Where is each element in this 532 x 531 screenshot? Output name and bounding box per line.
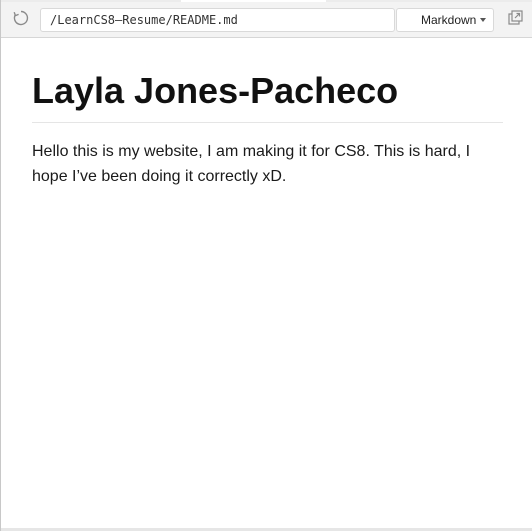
markdown-preview-window: /LearnCS8—Resume/README.md Markdown Layl… bbox=[0, 0, 532, 531]
popout-button[interactable] bbox=[503, 8, 527, 32]
document-paragraph: Hello this is my website, I am making it… bbox=[32, 143, 471, 185]
mode-select[interactable]: Markdown bbox=[396, 8, 494, 32]
preview-toolbar: /LearnCS8—Resume/README.md Markdown bbox=[1, 2, 532, 38]
document-heading: Layla Jones-Pacheco bbox=[32, 72, 503, 123]
markdown-content: Layla Jones-Pacheco Hello this is my web… bbox=[32, 38, 503, 189]
file-path-field[interactable]: /LearnCS8—Resume/README.md bbox=[40, 8, 395, 32]
reload-icon bbox=[11, 8, 31, 33]
chevron-down-icon bbox=[480, 18, 486, 22]
file-path-text: /LearnCS8—Resume/README.md bbox=[50, 13, 238, 27]
reload-button[interactable] bbox=[9, 8, 33, 32]
popout-window-icon bbox=[506, 9, 524, 32]
mode-select-label: Markdown bbox=[421, 13, 477, 27]
